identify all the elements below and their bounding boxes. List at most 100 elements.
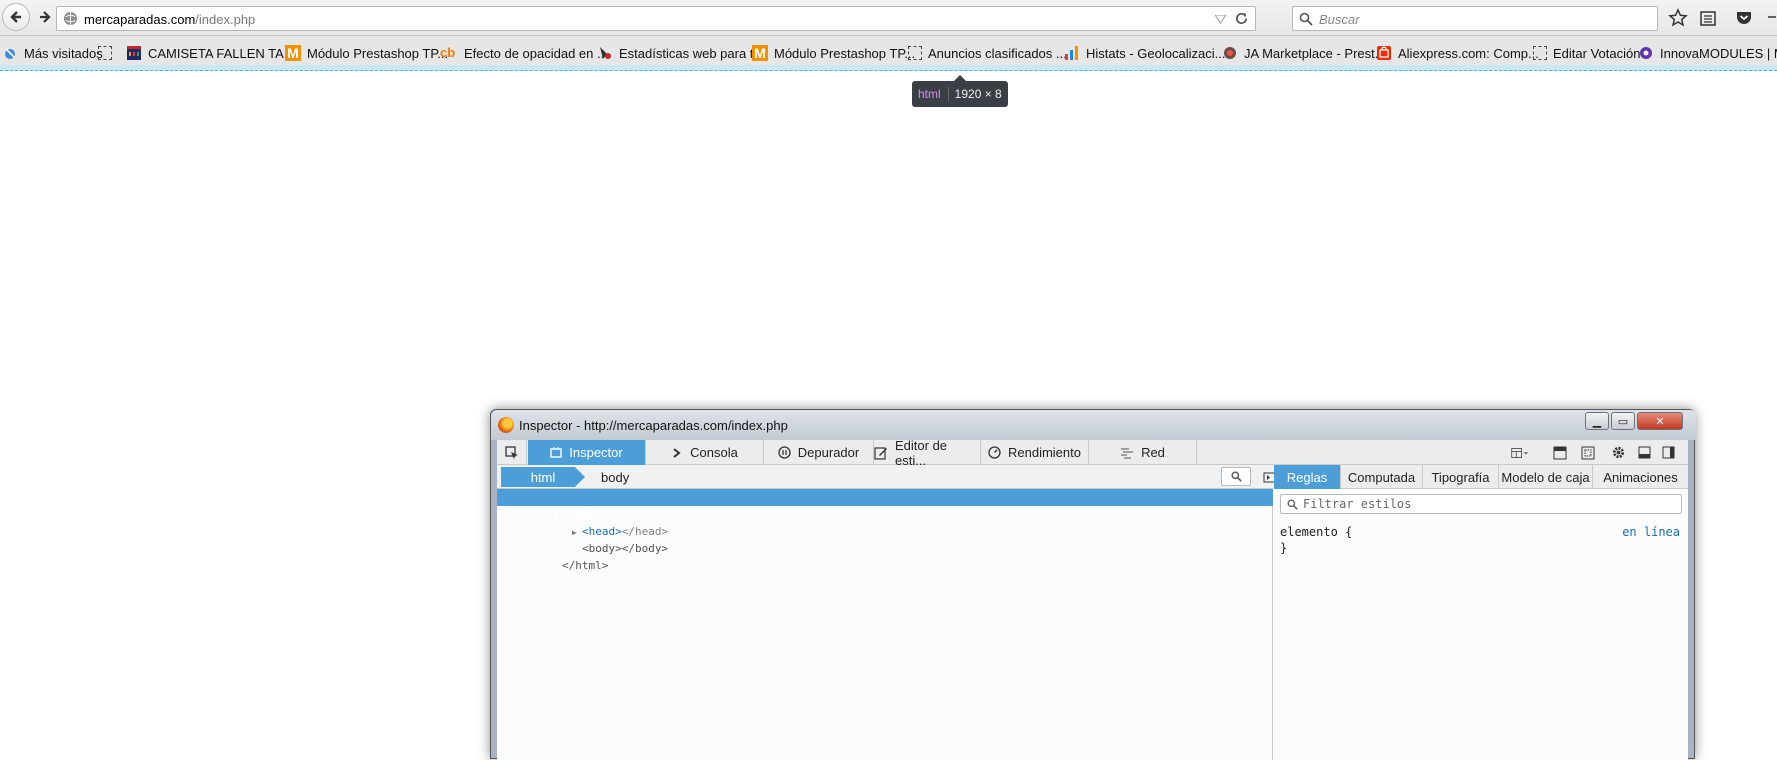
breadcrumb-body[interactable]: body [601, 470, 629, 485]
blank-page-icon [98, 46, 112, 60]
bookmark-item[interactable]: InnovaMODULES | Mó [1638, 44, 1777, 62]
forward-button[interactable] [32, 4, 58, 30]
close-icon: ✕ [1655, 415, 1665, 428]
rule-selector[interactable]: elemento { [1280, 525, 1680, 539]
tab-box-model[interactable]: Modelo de caja [1499, 465, 1593, 489]
maximize-button[interactable]: ▭ [1611, 412, 1635, 430]
infobar-dimensions: 1920 × 8 [954, 87, 1002, 101]
aliexpress-icon [1377, 46, 1391, 60]
maximize-icon: ▭ [1617, 415, 1629, 428]
tab-label: Red [1141, 445, 1165, 460]
console-icon [671, 447, 683, 459]
bookmark-star-icon[interactable] [1668, 8, 1688, 28]
tab-rules[interactable]: Reglas [1274, 465, 1341, 489]
search-bar[interactable]: Buscar [1292, 6, 1658, 31]
bookmark-item[interactable]: M Módulo Prestashop TP... [285, 44, 448, 62]
navigation-toolbar: mercaparadas.com/index.php Buscar [0, 0, 1777, 36]
most-visited-icon [5, 48, 15, 59]
rules-view: elemento { } en línea [1280, 525, 1680, 555]
infobar-tag: html [918, 87, 949, 101]
rule-close-brace: } [1280, 541, 1288, 555]
bookmark-item[interactable]: M Módulo Prestashop TP... [752, 44, 915, 62]
tab-network[interactable]: Red [1089, 440, 1197, 465]
inspector-icon [550, 446, 562, 459]
ja-logo-icon [1224, 47, 1236, 59]
tab-label: Animaciones [1603, 469, 1678, 485]
devtools-toolbar: Inspector Consola Depurador Editor de es… [497, 438, 1688, 468]
bookmark-label: Anuncios clasificados ... [928, 45, 1067, 61]
bookmark-item[interactable]: Anuncios clasificados ... [908, 44, 1067, 62]
devtools-window-title: Inspector - http://mercaparadas.com/inde… [519, 418, 788, 433]
bookmark-item[interactable]: Más visitados [2, 44, 103, 62]
markup-view: ▼ <html> ▶ <head></head> <body></body> </h… [497, 489, 1273, 760]
tab-label: Modelo de caja [1501, 469, 1590, 485]
m-logo-icon: M [752, 45, 768, 61]
element-highlight-border [0, 70, 1777, 71]
tab-label: Inspector [569, 445, 623, 460]
bookmark-item[interactable]: JA Marketplace - Prest... [1222, 44, 1386, 62]
dock-side-button[interactable] [1659, 444, 1677, 461]
screenshot-button[interactable] [1579, 444, 1597, 461]
node-tag: </html> [561, 559, 609, 572]
responsive-layout-button[interactable] [1511, 444, 1529, 461]
dock-bottom-icon [1638, 446, 1650, 459]
tab-fonts[interactable]: Tipografía [1423, 465, 1499, 489]
bookmark-item[interactable]: Editar Votación [1533, 44, 1640, 62]
split-panel-icon [1553, 446, 1567, 459]
tab-debugger[interactable]: Depurador [764, 440, 874, 465]
bookmark-item[interactable] [98, 44, 118, 62]
filter-styles-input[interactable]: Filtrar estilos [1280, 494, 1682, 514]
markup-node-html-close: </html> [497, 540, 1273, 572]
minimize-button[interactable]: ▁ [1585, 412, 1609, 430]
devtools-titlebar[interactable]: Inspector - http://mercaparadas.com/inde… [491, 410, 1696, 440]
globe-icon [63, 11, 78, 26]
dropdown-history-icon[interactable] [1215, 15, 1226, 24]
bookmark-label: Editar Votación [1553, 45, 1641, 61]
url-host: mercaparadas.com [84, 12, 196, 27]
bookmark-item[interactable]: CAMISETA FALLEN TA... [126, 44, 295, 62]
bookmarks-menu-icon[interactable] [1698, 8, 1718, 28]
markup-node-html[interactable]: ▼ <html> [497, 489, 1273, 521]
bookmark-label: Más visitados [24, 45, 103, 61]
markup-search-button[interactable] [1221, 467, 1251, 486]
tab-animations[interactable]: Animaciones [1593, 465, 1688, 489]
sidebar-tabs: Reglas Computada Tipografía Modelo de ca… [1274, 465, 1688, 489]
tab-performance[interactable]: Rendimiento [981, 440, 1089, 465]
tab-computed[interactable]: Computada [1341, 465, 1423, 489]
tab-inspector[interactable]: Inspector [528, 440, 646, 465]
tab-style-editor[interactable]: Editor de esti... [874, 438, 981, 468]
style-editor-icon [874, 446, 888, 460]
layout-dropdown-icon [1511, 447, 1529, 458]
frame-icon [1581, 446, 1595, 459]
bookmark-label: CAMISETA FALLEN TA... [148, 45, 295, 61]
bookmark-item[interactable]: Estadísticas web para t... [597, 44, 764, 62]
bookmark-item[interactable]: cb Efecto de opacidad en ... [440, 44, 608, 62]
url-bar[interactable]: mercaparadas.com/index.php [56, 6, 1256, 31]
gear-logo-icon [1640, 47, 1652, 59]
bookmark-item[interactable]: Histats - Geolocalizaci... [1064, 44, 1225, 62]
search-icon [1230, 471, 1242, 482]
markup-node-body[interactable]: <body></body> [497, 523, 1273, 555]
pick-element-icon [504, 445, 518, 459]
search-placeholder: Buscar [1319, 12, 1360, 27]
tab-console[interactable]: Consola [646, 440, 764, 465]
reload-icon[interactable] [1234, 11, 1249, 26]
overflow-menu-icon[interactable] [1766, 8, 1777, 28]
back-button[interactable] [2, 3, 30, 31]
bookmark-label: InnovaMODULES | Mó [1660, 45, 1777, 61]
split-console-button[interactable] [1551, 444, 1569, 461]
element-picker-button[interactable] [497, 440, 527, 465]
breadcrumb-html[interactable]: html [501, 467, 585, 487]
search-icon [1299, 12, 1313, 26]
devtools-body: Inspector Consola Depurador Editor de es… [497, 438, 1688, 760]
dock-bottom-button[interactable] [1635, 444, 1653, 461]
close-button[interactable]: ✕ [1637, 412, 1683, 430]
m-logo-icon: M [285, 45, 301, 61]
bookmark-label: Aliexpress.com: Comp... [1398, 45, 1539, 61]
markup-node-head[interactable]: ▶ <head></head> [497, 506, 1273, 538]
settings-button[interactable] [1609, 444, 1627, 461]
pocket-icon[interactable] [1734, 8, 1754, 28]
bookmark-item[interactable]: Aliexpress.com: Comp... [1376, 44, 1539, 62]
rule-source-link[interactable]: en línea [1622, 525, 1680, 539]
search-icon [1287, 499, 1298, 510]
